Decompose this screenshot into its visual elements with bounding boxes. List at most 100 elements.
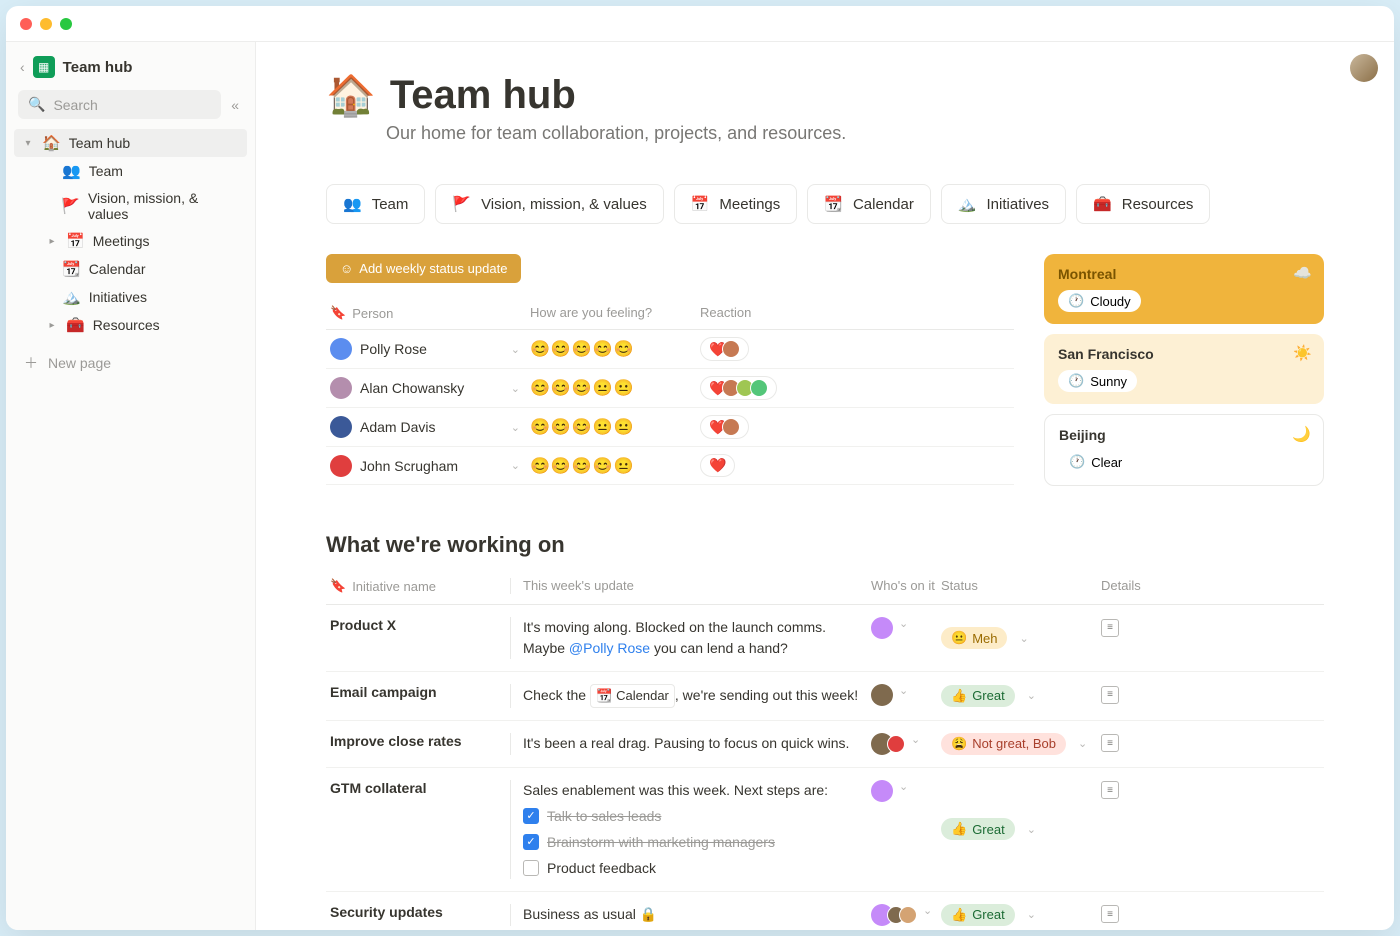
collapse-sidebar-icon[interactable]: « xyxy=(227,93,243,117)
chevron-down-icon[interactable]: ⌄ xyxy=(923,904,932,917)
chevron-down-icon[interactable]: ⌄ xyxy=(899,684,908,697)
chevron-down-icon[interactable]: ⌄ xyxy=(511,459,520,472)
initiative-name[interactable]: Product X xyxy=(330,617,510,659)
initiative-name[interactable]: GTM collateral xyxy=(330,780,510,879)
update-cell[interactable]: Business as usual 🔒 xyxy=(511,904,871,926)
minimize-window[interactable] xyxy=(40,18,52,30)
who-cell[interactable]: ⌄ xyxy=(871,617,941,659)
sidebar-item-team[interactable]: 👥 Team xyxy=(14,157,247,185)
details-button[interactable]: ≡ xyxy=(1101,617,1161,659)
assignee-avatar[interactable] xyxy=(899,906,917,924)
sidebar-item-vision[interactable]: 🚩 Vision, mission, & values xyxy=(14,185,247,227)
reaction-pill[interactable]: ❤️ xyxy=(700,454,735,477)
work-row[interactable]: GTM collateral Sales enablement was this… xyxy=(326,768,1324,892)
chevron-down-icon[interactable]: ⌄ xyxy=(1027,908,1036,921)
feeling-cell[interactable]: 😊😊😊😐😐 xyxy=(530,378,700,398)
inline-page-chip[interactable]: 📆Calendar xyxy=(590,684,675,708)
details-button[interactable]: ≡ xyxy=(1101,733,1161,755)
checkbox[interactable] xyxy=(523,860,539,876)
weather-card[interactable]: Montreal ☁️ 🕐 Cloudy xyxy=(1044,254,1324,324)
chevron-down-icon[interactable]: ⌄ xyxy=(1019,632,1028,645)
back-icon[interactable]: ‹ xyxy=(20,59,25,75)
chevron-down-icon[interactable]: ▾ xyxy=(22,138,34,149)
reaction-pill[interactable]: ❤️ xyxy=(700,376,777,400)
assignee-avatar[interactable] xyxy=(871,617,893,639)
todo-item[interactable]: ✓ Brainstorm with marketing managers xyxy=(523,832,871,853)
col-header-who[interactable]: Who's on it xyxy=(871,578,941,594)
status-row[interactable]: Polly Rose ⌄ 😊😊😊😊😊 ❤️ xyxy=(326,330,1014,369)
search-input[interactable]: 🔍 Search xyxy=(18,90,221,119)
col-header-status[interactable]: Status xyxy=(941,578,1101,594)
chevron-right-icon[interactable]: ▸ xyxy=(46,320,58,331)
assignee-avatar[interactable] xyxy=(871,684,893,706)
chevron-down-icon[interactable]: ⌄ xyxy=(1027,689,1036,702)
sidebar-item-resources[interactable]: ▸ 🧰 Resources xyxy=(14,311,247,339)
maximize-window[interactable] xyxy=(60,18,72,30)
chevron-down-icon[interactable]: ⌄ xyxy=(511,382,520,395)
sidebar-item-meetings[interactable]: ▸ 📅 Meetings xyxy=(14,227,247,255)
work-row[interactable]: Improve close rates It's been a real dra… xyxy=(326,721,1324,768)
chevron-down-icon[interactable]: ⌄ xyxy=(899,617,908,630)
status-pill[interactable]: 😐 Meh xyxy=(941,627,1007,649)
initiative-name[interactable]: Improve close rates xyxy=(330,733,510,755)
details-button[interactable]: ≡ xyxy=(1101,904,1161,926)
add-status-button[interactable]: ☺ Add weekly status update xyxy=(326,254,521,283)
col-header-person[interactable]: Person xyxy=(352,306,393,321)
chevron-right-icon[interactable]: ▸ xyxy=(46,236,58,247)
chevron-down-icon[interactable]: ⌄ xyxy=(1027,823,1036,836)
page-icon[interactable]: 🏠 xyxy=(326,72,376,119)
checkbox[interactable]: ✓ xyxy=(523,808,539,824)
checkbox[interactable]: ✓ xyxy=(523,834,539,850)
update-cell[interactable]: It's been a real drag. Pausing to focus … xyxy=(511,733,871,755)
feeling-cell[interactable]: 😊😊😊😊😐 xyxy=(530,456,700,476)
reaction-pill[interactable]: ❤️ xyxy=(700,337,749,361)
status-row[interactable]: Adam Davis ⌄ 😊😊😊😐😐 ❤️ xyxy=(326,408,1014,447)
weather-card[interactable]: Beijing 🌙 🕐 Clear xyxy=(1044,414,1324,486)
status-row[interactable]: Alan Chowansky ⌄ 😊😊😊😐😐 ❤️ xyxy=(326,369,1014,408)
chevron-down-icon[interactable]: ⌄ xyxy=(899,780,908,793)
status-pill[interactable]: 👍 Great xyxy=(941,904,1015,926)
quick-link[interactable]: 🚩Vision, mission, & values xyxy=(435,184,663,224)
status-pill[interactable]: 👍 Great xyxy=(941,818,1015,840)
update-cell[interactable]: Check the 📆Calendar, we're sending out t… xyxy=(511,684,871,708)
quick-link[interactable]: 🏔️Initiatives xyxy=(941,184,1066,224)
details-button[interactable]: ≡ xyxy=(1101,780,1161,879)
details-button[interactable]: ≡ xyxy=(1101,684,1161,708)
chevron-down-icon[interactable]: ⌄ xyxy=(511,343,520,356)
sidebar-item-team-hub[interactable]: ▾ 🏠 Team hub xyxy=(14,129,247,157)
assignee-avatar[interactable] xyxy=(887,735,905,753)
col-header-details[interactable]: Details xyxy=(1101,578,1161,594)
user-avatar[interactable] xyxy=(1350,54,1378,82)
initiative-name[interactable]: Security updates xyxy=(330,904,510,926)
col-header-update[interactable]: This week's update xyxy=(511,578,871,594)
sidebar-item-calendar[interactable]: 📆 Calendar xyxy=(14,255,247,283)
feeling-cell[interactable]: 😊😊😊😐😐 xyxy=(530,417,700,437)
col-header-reaction[interactable]: Reaction xyxy=(700,305,1010,321)
sidebar-item-initiatives[interactable]: 🏔️ Initiatives xyxy=(14,283,247,311)
assignee-avatar[interactable] xyxy=(871,780,893,802)
page-title[interactable]: Team hub xyxy=(390,73,576,118)
col-header-feeling[interactable]: How are you feeling? xyxy=(530,305,700,321)
page-subtitle[interactable]: Our home for team collaboration, project… xyxy=(386,123,1324,144)
status-row[interactable]: John Scrugham ⌄ 😊😊😊😊😐 ❤️ xyxy=(326,447,1014,485)
initiative-name[interactable]: Email campaign xyxy=(330,684,510,708)
chevron-down-icon[interactable]: ⌄ xyxy=(911,733,920,746)
who-cell[interactable]: ⌄ xyxy=(871,733,941,755)
new-page-button[interactable]: ＋ New page xyxy=(14,347,247,379)
who-cell[interactable]: ⌄ xyxy=(871,780,941,879)
work-row[interactable]: Email campaign Check the 📆Calendar, we'r… xyxy=(326,672,1324,721)
who-cell[interactable]: ⌄ xyxy=(871,904,941,926)
quick-link[interactable]: 📆Calendar xyxy=(807,184,931,224)
todo-item[interactable]: Product feedback xyxy=(523,858,871,879)
status-pill[interactable]: 😩 Not great, Bob xyxy=(941,733,1066,755)
update-cell[interactable]: Sales enablement was this week. Next ste… xyxy=(511,780,871,879)
reaction-pill[interactable]: ❤️ xyxy=(700,415,749,439)
quick-link[interactable]: 👥Team xyxy=(326,184,425,224)
chevron-down-icon[interactable]: ⌄ xyxy=(511,421,520,434)
work-row[interactable]: Product X It's moving along. Blocked on … xyxy=(326,605,1324,672)
col-header-initiative[interactable]: Initiative name xyxy=(352,579,436,594)
close-window[interactable] xyxy=(20,18,32,30)
status-pill[interactable]: 👍 Great xyxy=(941,685,1015,707)
quick-link[interactable]: 🧰Resources xyxy=(1076,184,1210,224)
todo-item[interactable]: ✓ Talk to sales leads xyxy=(523,806,871,827)
